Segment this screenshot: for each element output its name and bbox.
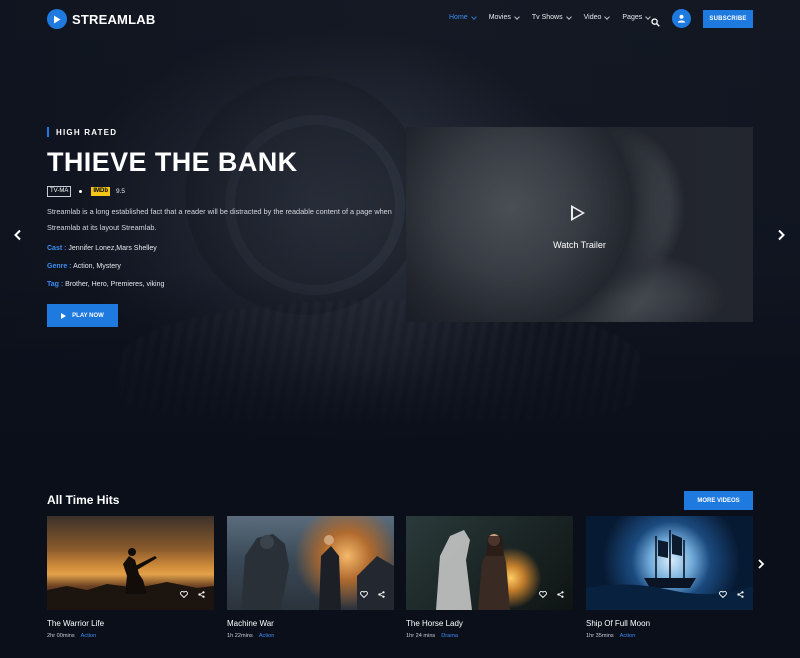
movie-description: Streamlab is a long established fact tha… (47, 207, 392, 232)
heart-icon[interactable] (360, 585, 368, 603)
movie-card-meta: 1h 22mins Action (227, 633, 394, 639)
genre-label: Genre : (47, 263, 72, 270)
nav-item-label: Movies (488, 14, 511, 21)
heart-icon[interactable] (719, 585, 727, 603)
nav-item-pages[interactable]: Pages (622, 13, 652, 21)
movie-card[interactable]: Ship Of Full Moon 1hr 35mins Action (586, 516, 753, 639)
tag-line: Tag : Brother, Hero, Premieres, viking (47, 280, 392, 289)
chevron-down-icon (470, 13, 477, 20)
nav-item-home[interactable]: Home (449, 13, 477, 21)
cast-value: Jennifer Lonez,Mars Shelley (68, 245, 157, 252)
user-account-icon[interactable] (672, 9, 691, 28)
heart-icon[interactable] (180, 585, 188, 603)
card-actions (170, 585, 205, 603)
movie-card-duration: 1h 22mins (227, 633, 253, 639)
movie-card[interactable]: The Horse Lady 1hr 24 mins Drama (406, 516, 573, 639)
genre-value: Action, Mystery (73, 263, 121, 270)
card-actions (709, 585, 744, 603)
card-actions (350, 585, 385, 603)
movie-card-duration: 2hr 00mins (47, 633, 75, 639)
card-actions (529, 585, 564, 603)
imdb-score: 9.5 (116, 187, 126, 195)
movie-carousel: The Warrior Life 2hr 00mins Action Machi… (47, 516, 753, 658)
play-icon[interactable] (571, 205, 585, 221)
chevron-left-icon[interactable] (13, 229, 23, 241)
share-icon[interactable] (737, 585, 744, 603)
heart-icon[interactable] (539, 585, 547, 603)
hero-content: HIGH RATED THIEVE THE BANK TV-MA IMDb 9.… (47, 127, 392, 327)
share-icon[interactable] (557, 585, 564, 603)
movie-meta: TV-MA IMDb 9.5 (47, 185, 392, 197)
chevron-down-icon (565, 13, 572, 20)
trailer-preview[interactable]: Watch Trailer (406, 127, 753, 322)
share-icon[interactable] (198, 585, 205, 603)
badge-accent-bar (47, 127, 49, 137)
play-now-button[interactable]: PLAY NOW (47, 304, 118, 327)
nav-item-label: Video (583, 14, 602, 21)
nav-item-label: Home (449, 14, 468, 21)
movie-thumbnail[interactable] (47, 516, 214, 610)
movie-card-meta: 1hr 24 mins Drama (406, 633, 573, 639)
nav-item-tv-shows[interactable]: Tv Shows (531, 13, 572, 21)
movie-card[interactable]: Machine War 1h 22mins Action (227, 516, 394, 639)
high-rated-badge: HIGH RATED (47, 127, 392, 137)
logo-text: STREAMLAB (72, 11, 156, 27)
movie-card-meta: 2hr 00mins Action (47, 633, 214, 639)
nav-item-video[interactable]: Video (583, 13, 611, 21)
watch-trailer-label: Watch Trailer (406, 240, 753, 250)
chevron-down-icon (604, 13, 611, 20)
nav-item-label: Tv Shows (531, 14, 563, 21)
site-header: STREAMLAB Home Movies Tv Shows Video Pag… (0, 0, 800, 38)
carousel-next-icon[interactable] (757, 557, 765, 569)
nav-item-label: Pages (622, 14, 643, 21)
genre-line: Genre : Action, Mystery (47, 262, 392, 271)
movie-card-title[interactable]: Machine War (227, 619, 394, 628)
movie-card-genre[interactable]: Drama (441, 633, 458, 639)
watch-trailer-text: Watch Trailer (553, 240, 606, 250)
badge-label: HIGH RATED (56, 127, 118, 137)
chevron-down-icon (514, 13, 520, 20)
tag-label: Tag : (47, 281, 64, 288)
movie-thumbnail[interactable] (586, 516, 753, 610)
logo-play-icon (47, 9, 67, 29)
movie-card-genre[interactable]: Action (81, 633, 97, 639)
movie-card-duration: 1hr 24 mins (406, 633, 436, 639)
tag-value: Brother, Hero, Premieres, viking (65, 281, 165, 288)
share-icon[interactable] (378, 585, 385, 603)
trailer-overlay (406, 127, 753, 322)
play-icon (61, 312, 67, 319)
cast-line: Cast : Jennifer Lonez,Mars Shelley (47, 244, 392, 253)
imdb-logo: IMDb (91, 186, 111, 196)
main-nav: Home Movies Tv Shows Video Pages (449, 13, 663, 21)
movie-card-genre[interactable]: Action (620, 633, 636, 639)
movie-card-genre[interactable]: Action (259, 633, 275, 639)
movie-card-title[interactable]: The Warrior Life (47, 619, 214, 628)
more-videos-button[interactable]: MORE VIDEOS (684, 491, 753, 510)
logo[interactable]: STREAMLAB (47, 9, 155, 29)
section-title: All Time Hits (47, 493, 120, 507)
chevron-right-icon[interactable] (776, 229, 786, 241)
cast-label: Cast : (47, 245, 67, 252)
nav-item-movies[interactable]: Movies (488, 13, 520, 21)
subscribe-button[interactable]: SUBSCRIBE (703, 10, 753, 28)
movie-card-title[interactable]: Ship Of Full Moon (586, 619, 753, 628)
movie-card-duration: 1hr 35mins (586, 633, 614, 639)
content-rating: TV-MA (47, 185, 72, 197)
search-icon[interactable] (651, 14, 660, 27)
movie-card-title[interactable]: The Horse Lady (406, 619, 573, 628)
movie-card-meta: 1hr 35mins Action (586, 633, 753, 639)
movie-card[interactable]: The Warrior Life 2hr 00mins Action (47, 516, 214, 639)
play-now-label: PLAY NOW (72, 312, 104, 319)
meta-separator (79, 189, 83, 193)
movie-thumbnail[interactable] (227, 516, 394, 610)
movie-title: THIEVE THE BANK (47, 147, 298, 177)
movie-thumbnail[interactable] (406, 516, 573, 610)
